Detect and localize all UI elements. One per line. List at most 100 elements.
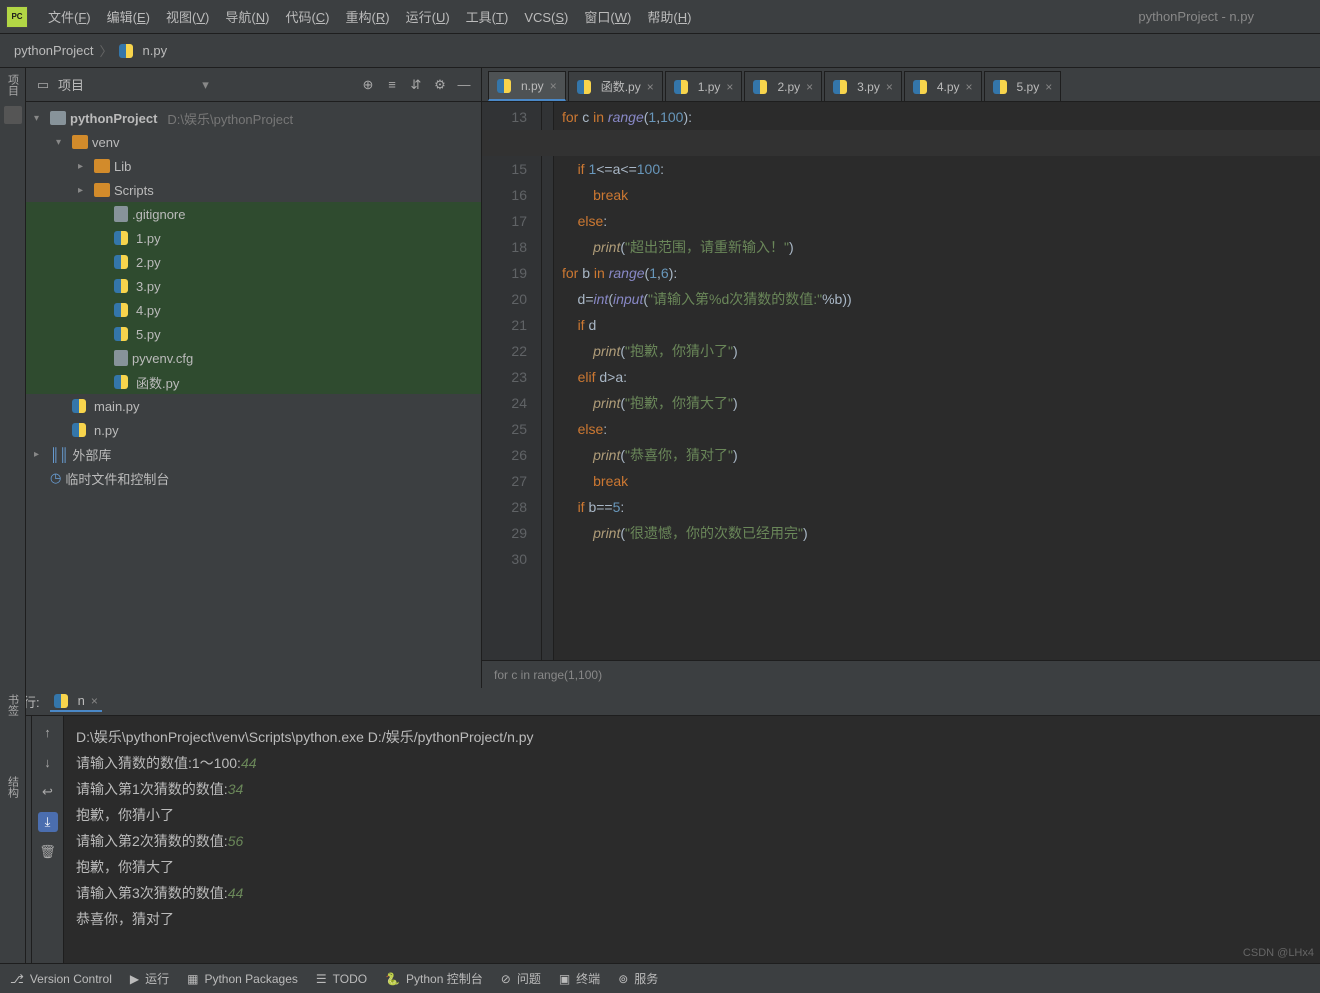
expand-arrow-icon[interactable]: ▾ [56,137,68,148]
code-line[interactable]: elif d>a: [562,364,1312,390]
tree-main[interactable]: main.py [26,394,481,418]
status-问题[interactable]: ⊘问题 [501,970,541,987]
tree-n[interactable]: n.py [26,418,481,442]
soft-wrap-icon[interactable]: ↩ [38,782,58,802]
expand-arrow-icon[interactable]: ▾ [34,113,46,124]
close-icon[interactable]: × [647,80,654,94]
tab-4.py[interactable]: 4.py× [904,71,982,101]
expand-arrow-icon[interactable]: ▸ [34,449,46,460]
project-tree[interactable]: ▾ pythonProject D:\娱乐\pythonProject ▾ ve… [26,102,481,688]
structure-label[interactable]: 结构 [5,776,21,798]
line-number[interactable]: 29 [482,520,527,546]
project-view-icon[interactable]: ▭ [34,76,52,94]
line-number[interactable]: 30 [482,546,527,572]
tree-file[interactable]: pyvenv.cfg [26,346,481,370]
close-icon[interactable]: × [886,80,893,94]
line-number[interactable]: 24 [482,390,527,416]
run-tab[interactable]: n × [50,691,102,712]
close-icon[interactable]: × [966,80,973,94]
menu-编辑(E)[interactable]: 编辑(E) [99,6,158,29]
menu-工具(T)[interactable]: 工具(T) [458,6,517,29]
tree-file[interactable]: 4.py [26,298,481,322]
tree-file[interactable]: 函数.py [26,370,481,394]
code-line[interactable]: if 1<=a<=100: [562,156,1312,182]
up-icon[interactable]: ↑ [38,722,58,742]
menu-运行(U)[interactable]: 运行(U) [398,6,458,29]
editor-crumb[interactable]: for c in range(1,100) [482,660,1320,688]
settings-icon[interactable]: ⚙ [431,76,449,94]
tree-extlib[interactable]: ▸ ║║ 外部库 [26,442,481,466]
tree-file[interactable]: 2.py [26,250,481,274]
tree-root[interactable]: ▾ pythonProject D:\娱乐\pythonProject [26,106,481,130]
line-number[interactable]: 23 [482,364,527,390]
line-number[interactable]: 17 [482,208,527,234]
status-服务[interactable]: ⊚服务 [618,970,658,987]
tab-函数.py[interactable]: 函数.py× [568,71,663,101]
close-icon[interactable]: × [806,80,813,94]
project-title[interactable]: 项目 [58,75,196,94]
clear-icon[interactable]: 🗑 [38,842,58,862]
bookmarks-label[interactable]: 书签 [5,694,21,716]
tab-n.py[interactable]: n.py× [488,71,566,101]
tree-file[interactable]: 1.py [26,226,481,250]
menu-帮助(H)[interactable]: 帮助(H) [639,6,699,29]
line-number[interactable]: 28 [482,494,527,520]
code-line[interactable]: break [562,182,1312,208]
expand-arrow-icon[interactable]: ▸ [78,161,90,172]
line-number[interactable]: 13 [482,104,527,130]
code-line[interactable]: if b==5: [562,494,1312,520]
hide-icon[interactable]: — [455,76,473,94]
close-icon[interactable]: × [1045,80,1052,94]
code-content[interactable]: for c in range(1,100): a=int(input("请输入猜… [554,102,1320,660]
commit-tool-icon[interactable] [4,106,22,124]
tree-file[interactable]: .gitignore [26,202,481,226]
breadcrumb-file[interactable]: n.py [143,43,168,58]
close-icon[interactable]: × [91,694,98,708]
fold-gutter[interactable] [542,102,554,660]
line-number[interactable]: 27 [482,468,527,494]
code-line[interactable]: for c in range(1,100): [562,104,1312,130]
code-line[interactable]: print("抱歉，你猜大了") [562,390,1312,416]
line-number[interactable]: 22 [482,338,527,364]
status-运行[interactable]: ▶运行 [130,970,169,987]
code-line[interactable]: print("很遗憾，你的次数已经用完") [562,520,1312,546]
code-line[interactable] [562,546,1312,572]
collapse-all-icon[interactable]: ⇵ [407,76,425,94]
line-number[interactable]: 25 [482,416,527,442]
tree-lib[interactable]: ▸ Lib [26,154,481,178]
code-line[interactable]: break [562,468,1312,494]
line-number[interactable]: 20 [482,286,527,312]
menu-VCS(S)[interactable]: VCS(S) [516,6,576,29]
menu-代码(C)[interactable]: 代码(C) [277,6,337,29]
line-number[interactable]: 19 [482,260,527,286]
code-line[interactable]: print("抱歉，你猜小了") [562,338,1312,364]
tree-scripts[interactable]: ▸ Scripts [26,178,481,202]
code-line[interactable]: d=int(input("请输入第%d次猜数的数值:"%b)) [562,286,1312,312]
status-Python Packages[interactable]: ▦Python Packages [187,972,298,986]
code-line[interactable]: if d [562,312,1312,338]
code-line[interactable]: else: [562,208,1312,234]
tool-project-label[interactable]: 项目 [5,74,21,96]
tree-file[interactable]: 5.py [26,322,481,346]
status-Version Control[interactable]: ⎇Version Control [10,972,112,986]
menu-文件(F)[interactable]: 文件(F) [40,6,99,29]
line-number[interactable]: 26 [482,442,527,468]
tree-file[interactable]: 3.py [26,274,481,298]
breadcrumb-project[interactable]: pythonProject [14,43,94,58]
line-number[interactable]: 21 [482,312,527,338]
dropdown-icon[interactable]: ▾ [202,77,209,93]
line-gutter[interactable]: 131415161718192021222324252627282930 [482,102,542,660]
console-output[interactable]: D:\娱乐\pythonProject\venv\Scripts\python.… [64,716,1320,963]
expand-all-icon[interactable]: ≡ [383,76,401,94]
status-终端[interactable]: ▣终端 [559,970,600,987]
tab-3.py[interactable]: 3.py× [824,71,902,101]
tree-scratch[interactable]: ◷ 临时文件和控制台 [26,466,481,490]
code-line[interactable]: print("超出范围，请重新输入！") [562,234,1312,260]
menu-窗口(W)[interactable]: 窗口(W) [576,6,639,29]
code-line[interactable]: for b in range(1,6): [562,260,1312,286]
status-Python 控制台[interactable]: 🐍Python 控制台 [385,970,483,987]
locate-icon[interactable]: ⊕ [359,76,377,94]
expand-arrow-icon[interactable]: ▸ [78,185,90,196]
code-line[interactable]: else: [562,416,1312,442]
line-number[interactable]: 15 [482,156,527,182]
